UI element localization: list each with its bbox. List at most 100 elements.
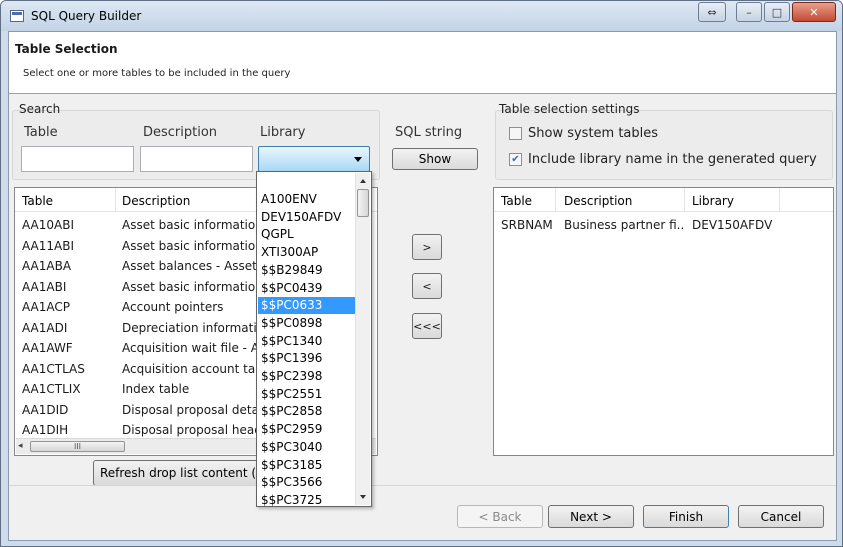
library-option[interactable]: $$PC2551 [258,386,355,403]
library-option[interactable]: $$PC3725 [258,492,355,506]
sql-string-label: SQL string [395,125,463,140]
column-header-table[interactable]: Table [501,194,532,208]
column-header-description[interactable]: Description [122,194,190,208]
table-description-cell: Business partner fi... [564,218,684,232]
page-subtitle: Select one or more tables to be included… [23,68,291,79]
table-description-cell: Asset basic information [122,218,262,232]
library-option[interactable]: $$PC2959 [258,421,355,438]
library-option[interactable]: $$PC3566 [258,474,355,491]
table-name-cell: AA1DIH [22,423,69,437]
table-name-cell: AA1DID [22,402,69,417]
table-name-cell: AA1AWF [22,341,73,355]
window-controls: ⇔ – □ ✕ [698,2,836,22]
description-filter-label: Description [143,125,218,140]
remove-table-button[interactable]: < [412,273,442,299]
table-description-cell: Asset balances - Asset r [122,259,262,273]
column-divider[interactable] [684,188,685,212]
library-option[interactable]: $$PC1340 [258,333,355,350]
table-name-cell: AA11ABI [22,238,75,253]
table-description-cell: Index table [122,382,190,396]
scrollbar-thumb[interactable]: III [30,441,125,452]
settings-group [495,110,833,180]
app-icon [10,10,24,22]
column-divider[interactable] [779,188,780,212]
library-option[interactable]: XTI300AP [258,244,355,261]
dialog-body: Table Selection Select one or more table… [8,31,837,541]
library-option[interactable]: QGPL [258,226,355,243]
library-filter-label: Library [260,125,306,140]
table-description-cell: Depreciation informatio [122,320,262,335]
remove-all-tables-button[interactable]: <<< [412,313,442,339]
selected-tables-header: Table Description Library [494,188,833,212]
library-option[interactable]: $$B29849 [258,262,355,279]
footer-divider [9,485,836,486]
table-name-cell: SRBNAM [501,218,553,232]
selected-tables-list[interactable]: Table Description Library SRBNAM Business… [493,187,834,456]
show-system-tables-label: Show system tables [528,126,659,141]
app-window: SQL Query Builder ⇔ – □ ✕ Table Selectio… [0,0,843,547]
table-description-cell: Disposal proposal detail [122,402,262,417]
library-option[interactable]: $$PC2858 [258,403,355,420]
swap-icon[interactable]: ⇔ [698,2,726,22]
table-filter-label: Table [24,125,58,140]
scroll-down-icon[interactable] [360,495,366,499]
close-button[interactable]: ✕ [792,2,836,22]
search-group-label: Search [19,102,61,116]
title-bar: SQL Query Builder ⇔ – □ ✕ [1,1,842,31]
table-name-cell: AA10ABI [22,218,75,232]
table-description-cell: Account pointers [122,300,224,314]
column-header-library[interactable]: Library [692,194,734,208]
column-divider[interactable] [555,188,556,212]
chevron-down-icon [354,157,362,162]
add-table-button[interactable]: > [412,234,442,260]
next-button[interactable]: Next > [548,505,634,528]
library-option[interactable]: $$PC2398 [258,368,355,385]
table-description-cell: Asset basic information [122,279,262,294]
library-option[interactable]: $$PC3185 [258,457,355,474]
table-description-cell: Disposal proposal head [122,423,262,437]
finish-button[interactable]: Finish [643,505,729,528]
scroll-left-icon[interactable]: ◂ [18,441,23,451]
library-option[interactable]: $$PC0633 [258,297,355,315]
library-option[interactable]: $$PC0898 [258,315,355,332]
table-description-cell: Asset basic information [122,238,262,253]
table-description-cell: Acquisition wait file - Ac [122,341,262,355]
table-name-cell: AA1ACP [22,300,70,314]
window-title: SQL Query Builder [31,9,142,23]
scroll-up-icon[interactable] [360,179,366,183]
library-option[interactable]: $$PC0439 [258,280,355,297]
cancel-button[interactable]: Cancel [738,505,824,528]
dropdown-scrollbar[interactable] [355,173,370,505]
table-name-cell: AA1ABA [22,259,72,273]
column-header-table[interactable]: Table [22,194,53,208]
table-filter-input[interactable] [21,146,134,172]
table-name-cell: AA1ABI [22,279,67,294]
description-filter-input[interactable] [140,146,253,172]
maximize-button[interactable]: □ [764,2,790,22]
column-divider[interactable] [115,188,116,212]
minimize-button[interactable]: – [736,2,762,22]
checkmark-icon: ✔ [511,154,520,165]
column-header-description[interactable]: Description [564,194,632,208]
page-title: Table Selection [15,42,118,56]
refresh-drop-list-button[interactable]: Refresh drop list content (Li [93,460,273,486]
library-option[interactable]: $$PC3040 [258,439,355,456]
library-combobox[interactable] [258,146,370,172]
library-option[interactable]: A100ENV [258,191,355,208]
include-library-checkbox[interactable]: ✔ [509,153,522,166]
table-name-cell: AA1CTLIX [22,382,81,396]
table-description-cell: Acquisition account tab [122,361,262,376]
library-dropdown-list[interactable]: A100ENV DEV150AFDV QGPL XTI300AP $$B29849 $$P… [256,171,372,507]
library-option[interactable]: DEV150AFDV [258,209,355,226]
header-band: Table Selection Select one or more table… [9,32,836,94]
back-button[interactable]: < Back [457,505,543,528]
table-row[interactable]: SRBNAM Business partner fi... DEV150AFDV [494,215,833,235]
scrollbar-thumb[interactable] [357,189,369,217]
table-name-cell: AA1CTLAS [22,361,85,376]
table-name-cell: AA1ADI [22,320,68,335]
library-option[interactable]: $$PC1396 [258,350,355,367]
show-sql-button[interactable]: Show [392,148,478,170]
table-library-cell: DEV150AFDV [692,218,773,232]
show-system-tables-checkbox[interactable] [509,127,522,140]
settings-group-label: Table selection settings [499,102,640,116]
